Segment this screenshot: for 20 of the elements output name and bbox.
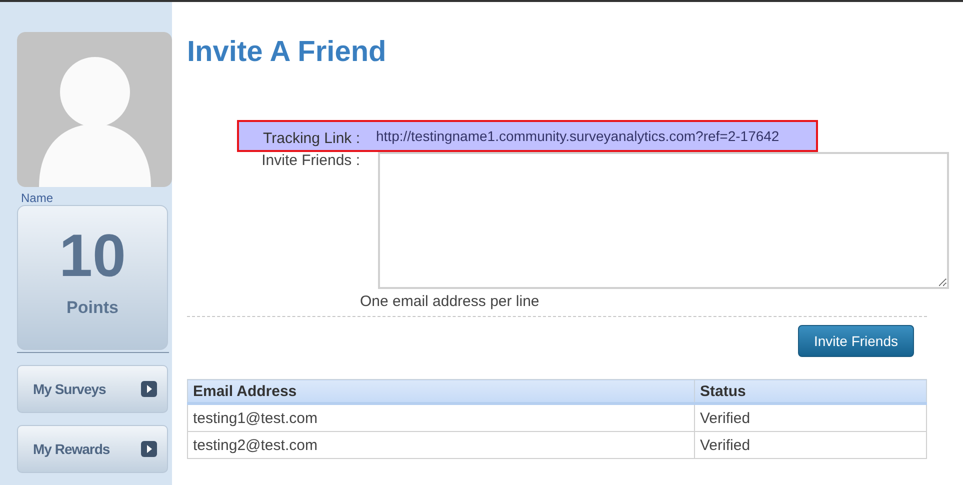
field-hint: One email address per line: [360, 293, 540, 310]
sidebar-item[interactable]: My Rewards: [17, 425, 168, 473]
points-label: Points: [66, 298, 118, 318]
points-value: 10: [59, 224, 126, 288]
field-label: Tracking Link :: [262, 130, 360, 146]
table-cell: Verified: [694, 432, 926, 458]
table-cell: Verified: [694, 404, 926, 432]
field-label: Invite Friends :: [260, 152, 360, 171]
avatar-icon: [17, 32, 172, 187]
column-header: Status: [694, 380, 926, 404]
table-cell: testing1@test.com: [188, 404, 694, 432]
play-icon: [141, 381, 157, 397]
page-title: Invite A Friend: [187, 36, 388, 70]
invite-button[interactable]: Invite Friends: [798, 325, 914, 357]
invite-field[interactable]: [378, 152, 949, 289]
user-name: Name: [21, 191, 54, 205]
table-cell: testing2@test.com: [188, 432, 694, 458]
column-header: Email Address: [188, 380, 694, 404]
sidebar-item[interactable]: My Surveys: [17, 365, 168, 413]
play-icon: [141, 441, 157, 457]
